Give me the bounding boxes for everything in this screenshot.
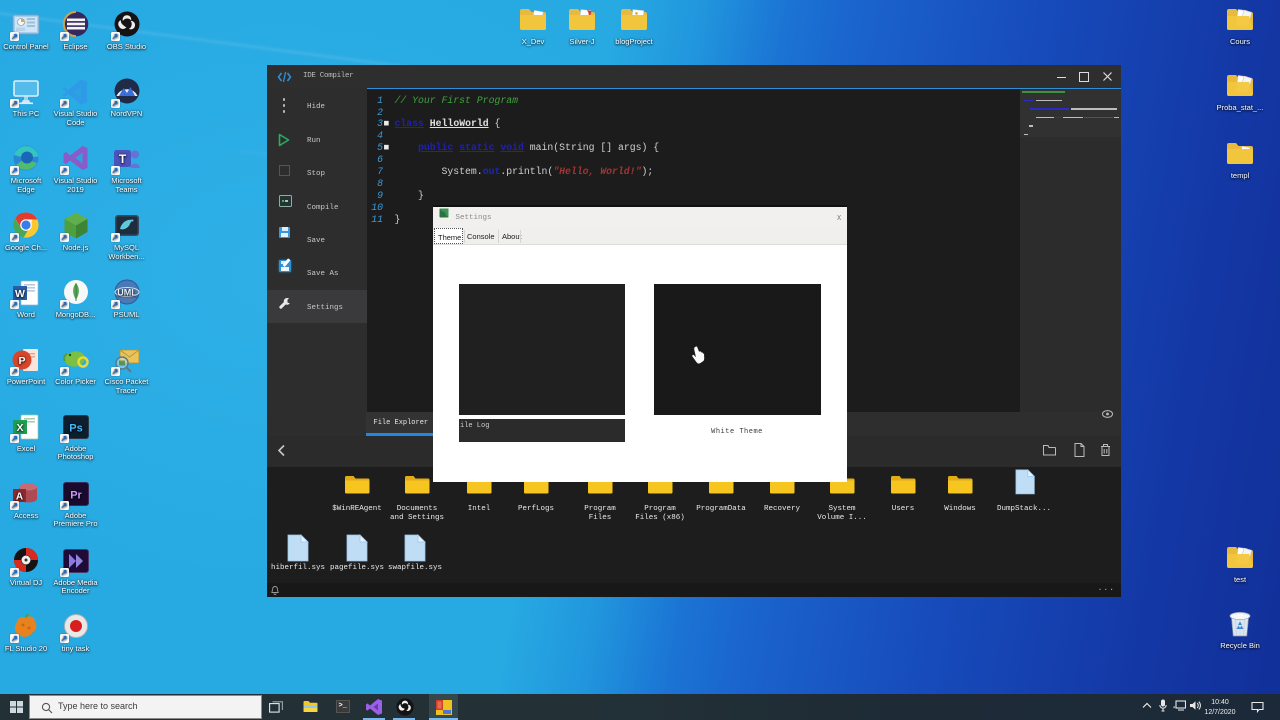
svg-text:UML: UML (117, 288, 137, 298)
svg-text:P: P (18, 355, 25, 367)
svg-text:Pr: Pr (70, 489, 82, 501)
svg-text:X: X (16, 422, 23, 434)
svg-text:Ps: Ps (69, 422, 82, 434)
svg-text:T: T (118, 152, 126, 166)
svg-text:W: W (15, 288, 25, 300)
